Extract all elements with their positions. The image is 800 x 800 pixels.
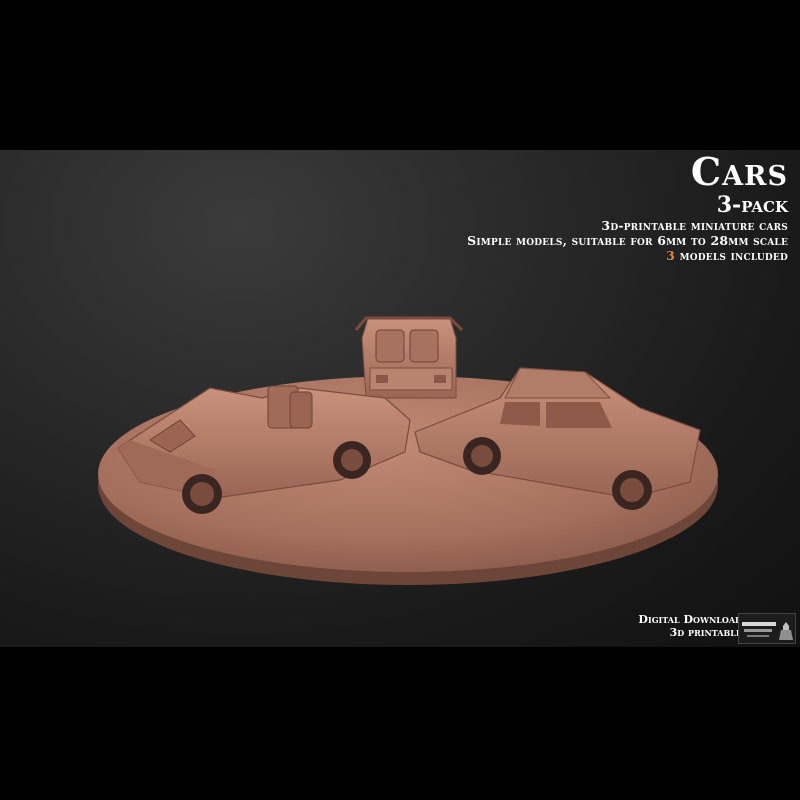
description-line-1: 3d-printable miniature cars	[601, 218, 788, 233]
footer-text: Digital Download 3d printable	[638, 613, 742, 639]
brand-logo	[738, 613, 796, 644]
description-line-3: 3 models included	[467, 248, 788, 263]
footer-line-2: 3d printable	[669, 626, 742, 639]
car-model-rear	[354, 316, 464, 399]
product-subtitle: 3-pack	[716, 192, 788, 218]
footer-line-1: Digital Download	[638, 613, 742, 626]
description-line-2: Simple models, suitable for 6mm to 28mm …	[467, 233, 788, 248]
brand-logo-icon	[739, 614, 795, 643]
model-count: 3	[666, 248, 676, 263]
title-block: Cars 3-pack 3d-printable miniature cars …	[467, 149, 788, 264]
description-line-3-text: models included	[675, 248, 788, 263]
product-title: Cars	[690, 149, 788, 194]
